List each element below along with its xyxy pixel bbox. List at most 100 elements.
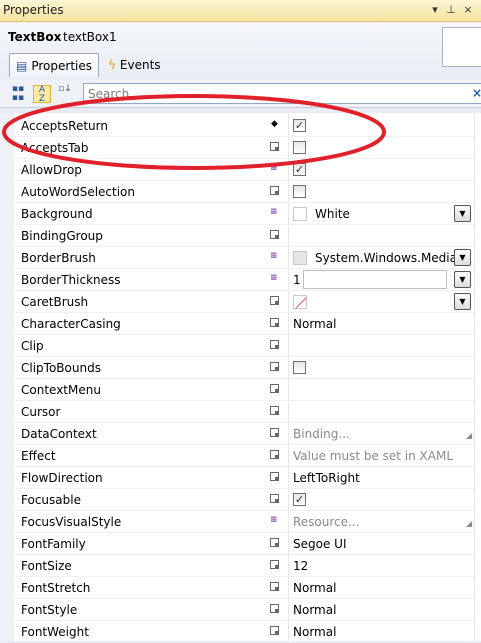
default-value-marker-icon[interactable]: [270, 582, 279, 591]
property-row[interactable]: ClipToBounds: [14, 357, 475, 379]
default-value-marker-icon[interactable]: [270, 384, 279, 393]
resource-marker-icon[interactable]: ≡: [270, 208, 279, 217]
property-row[interactable]: FontFamily Segoe UI: [14, 533, 475, 555]
value-editor-box[interactable]: [303, 270, 447, 289]
tab-events[interactable]: ϟ Events: [102, 53, 167, 77]
property-name: ContextMenu: [21, 383, 101, 397]
property-row[interactable]: CaretBrush ▼: [14, 291, 475, 313]
property-row[interactable]: AutoWordSelection: [14, 181, 475, 203]
tab-events-label: Events: [119, 58, 161, 72]
property-value[interactable]: 1: [293, 273, 301, 287]
default-value-marker-icon[interactable]: [270, 362, 279, 371]
property-row[interactable]: FontStretch Normal: [14, 577, 475, 599]
property-value[interactable]: Normal: [293, 625, 336, 639]
default-value-marker-icon[interactable]: [270, 340, 279, 349]
default-value-marker-icon[interactable]: [270, 406, 279, 415]
default-value-marker-icon[interactable]: [270, 296, 279, 305]
property-row[interactable]: DataContext Binding... ◢: [14, 423, 475, 445]
no-brush-icon[interactable]: [293, 295, 307, 309]
object-type: TextBox: [8, 30, 62, 44]
default-value-marker-icon[interactable]: [270, 494, 279, 503]
advanced-options-icon[interactable]: ◢: [466, 431, 472, 440]
pin-icon[interactable]: ⊥: [444, 2, 458, 18]
search-input[interactable]: [84, 84, 454, 103]
property-row[interactable]: Focusable ✓: [14, 489, 475, 511]
property-value[interactable]: Value must be set in XAML: [293, 449, 453, 463]
property-value[interactable]: System.Windows.Media.L: [315, 251, 467, 265]
property-row[interactable]: AcceptsTab: [14, 137, 475, 159]
alphabetical-sort-icon[interactable]: AZ: [33, 85, 51, 104]
property-checkbox[interactable]: ✓: [293, 493, 306, 506]
default-value-marker-icon[interactable]: [270, 428, 279, 437]
property-value[interactable]: Normal: [293, 581, 336, 595]
property-row[interactable]: AllowDrop ≡ ✓: [14, 159, 475, 181]
categorized-sort-icon[interactable]: ▪▪ ▪▪: [9, 85, 27, 103]
dropdown-arrow-icon[interactable]: ▼: [454, 293, 471, 310]
close-icon[interactable]: ×: [461, 2, 475, 18]
default-value-marker-icon[interactable]: [270, 560, 279, 569]
selected-object-header: TextBox textBox1 ▤ Properties ϟ Events: [0, 22, 481, 80]
property-name: DataContext: [21, 427, 97, 441]
property-value[interactable]: White: [315, 207, 350, 221]
default-value-marker-icon[interactable]: [270, 142, 279, 151]
property-row[interactable]: Background ≡ White ▼: [14, 203, 475, 225]
property-checkbox[interactable]: ✓: [293, 119, 306, 132]
default-value-marker-icon[interactable]: [270, 472, 279, 481]
tab-properties[interactable]: ▤ Properties: [9, 53, 99, 77]
property-row[interactable]: AcceptsReturn ◆ ✓: [14, 115, 475, 137]
property-value[interactable]: LeftToRight: [293, 471, 360, 485]
property-value[interactable]: 12: [293, 559, 308, 573]
resource-marker-icon[interactable]: ≡: [270, 516, 279, 525]
property-row[interactable]: FlowDirection LeftToRight: [14, 467, 475, 489]
property-name: AllowDrop: [21, 163, 82, 177]
property-row[interactable]: Effect Value must be set in XAML: [14, 445, 475, 467]
resource-marker-icon[interactable]: ≡: [270, 164, 279, 173]
default-value-marker-icon[interactable]: [270, 186, 279, 195]
property-row[interactable]: Clip: [14, 335, 475, 357]
property-row[interactable]: ContextMenu: [14, 379, 475, 401]
dropdown-arrow-icon[interactable]: ▼: [454, 271, 471, 288]
property-value[interactable]: Resource...: [293, 515, 359, 529]
property-row[interactable]: FocusVisualStyle ≡ Resource... ◢: [14, 511, 475, 533]
property-checkbox[interactable]: [293, 141, 306, 154]
property-checkbox[interactable]: [293, 185, 306, 198]
property-checkbox[interactable]: [293, 361, 306, 374]
default-value-marker-icon[interactable]: [270, 318, 279, 327]
property-row[interactable]: FontStyle Normal: [14, 599, 475, 621]
property-value[interactable]: Segoe UI: [293, 537, 346, 551]
brush-swatch[interactable]: [293, 251, 307, 265]
property-checkbox[interactable]: ✓: [293, 163, 306, 176]
default-value-marker-icon[interactable]: [270, 230, 279, 239]
property-name: CaretBrush: [21, 295, 89, 309]
property-row[interactable]: BindingGroup: [14, 225, 475, 247]
property-row[interactable]: Cursor: [14, 401, 475, 423]
local-value-marker-icon[interactable]: ◆: [270, 120, 279, 129]
property-pages-icon[interactable]: ▫↓: [56, 85, 74, 103]
property-row[interactable]: CharacterCasing Normal: [14, 313, 475, 335]
advanced-options-icon[interactable]: ◢: [466, 519, 472, 528]
property-value[interactable]: Binding...: [293, 427, 350, 441]
brush-swatch[interactable]: [293, 207, 307, 221]
default-value-marker-icon[interactable]: [270, 626, 279, 635]
property-value[interactable]: Normal: [293, 317, 336, 331]
default-value-marker-icon[interactable]: [270, 604, 279, 613]
clear-search-icon[interactable]: ×: [472, 86, 481, 100]
property-row[interactable]: FontWeight Normal: [14, 621, 475, 643]
dropdown-arrow-icon[interactable]: ▾: [428, 2, 442, 18]
property-name: BorderBrush: [21, 251, 96, 265]
property-name: FontSize: [21, 559, 72, 573]
default-value-marker-icon[interactable]: [270, 538, 279, 547]
resource-marker-icon[interactable]: ≡: [270, 274, 279, 283]
property-row[interactable]: BorderThickness ≡ 1 ▼: [14, 269, 475, 291]
object-name[interactable]: textBox1: [63, 30, 117, 44]
lightning-icon: ϟ: [108, 58, 116, 72]
resource-marker-icon[interactable]: ≡: [270, 252, 279, 261]
default-value-marker-icon[interactable]: [270, 450, 279, 459]
property-name: Effect: [21, 449, 56, 463]
property-name: BorderThickness: [21, 273, 121, 287]
property-value[interactable]: Normal: [293, 603, 336, 617]
dropdown-arrow-icon[interactable]: ▼: [454, 205, 471, 222]
property-row[interactable]: FontSize 12: [14, 555, 475, 577]
property-row[interactable]: BorderBrush ≡ System.Windows.Media.L ▼: [14, 247, 475, 269]
dropdown-arrow-icon[interactable]: ▼: [454, 249, 471, 266]
